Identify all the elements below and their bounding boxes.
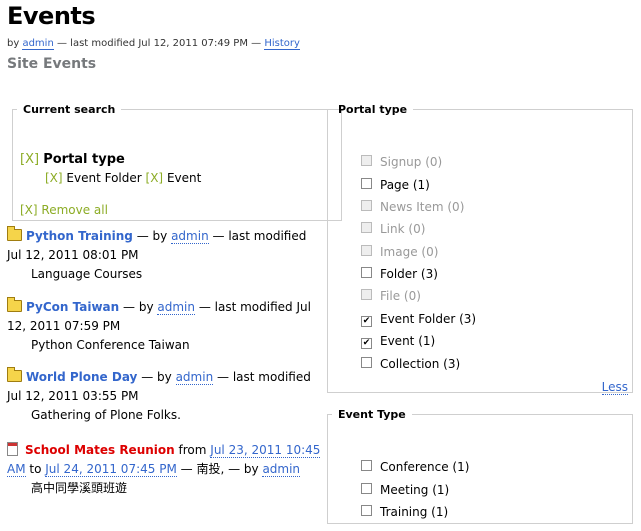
checkbox-image[interactable]: Image (0)	[361, 244, 438, 260]
history-link[interactable]: History	[264, 38, 300, 50]
remove-event-link[interactable]: [X]	[146, 171, 164, 185]
checkbox-meeting[interactable]: Meeting (1)	[361, 482, 449, 498]
author-link[interactable]: admin	[157, 300, 195, 315]
author-link[interactable]: admin	[22, 38, 54, 50]
event-end: Jul 24, 2011 07:45 PM	[45, 462, 177, 477]
page-title: Events	[7, 2, 96, 30]
list-item: World Plone Day — by admin — last modifi…	[7, 367, 321, 425]
checkbox[interactable]	[361, 200, 372, 211]
checkbox[interactable]	[361, 245, 372, 256]
author-link[interactable]: admin	[175, 370, 214, 385]
checkbox-signup[interactable]: Signup (0)	[361, 154, 442, 170]
event-type-facet: Event Type Conference (1) Meeting (1) Tr…	[327, 408, 633, 524]
byline-by: by	[7, 38, 20, 49]
checkbox-checked[interactable]: ✔	[361, 316, 372, 327]
checkbox-label: Meeting (1)	[380, 483, 450, 497]
event-title-link[interactable]: World Plone Day	[26, 370, 137, 384]
selected-value: Event	[166, 171, 202, 185]
checkbox-conference[interactable]: Conference (1)	[361, 459, 469, 475]
checkbox-label: Page (1)	[380, 178, 430, 192]
event-to: to	[29, 462, 42, 476]
criterion-label: Portal type	[43, 152, 125, 167]
checkbox-collection[interactable]: Collection (3)	[361, 356, 460, 372]
event-by: — by	[141, 370, 172, 384]
checkbox-label: News Item (0)	[380, 200, 465, 214]
checkbox[interactable]	[361, 483, 372, 494]
byline: by admin — last modified Jul 12, 2011 07…	[7, 38, 300, 50]
checkbox-label: Collection (3)	[380, 357, 461, 371]
remove-all-link[interactable]: [X] Remove all	[20, 203, 108, 217]
selected-values: [X] Event Folder [X] Event	[45, 171, 201, 185]
portal-type-criterion: [X] Portal type	[20, 152, 125, 167]
checkbox[interactable]	[361, 357, 372, 368]
event-from: from	[178, 443, 207, 457]
byline-modified: — last modified Jul 12, 2011 07:49 PM —	[56, 38, 262, 49]
portal-type-legend: Portal type	[338, 103, 408, 116]
checkbox-event[interactable]: ✔ Event (1)	[361, 333, 435, 349]
checkbox-file[interactable]: File (0)	[361, 288, 421, 304]
author-link[interactable]: admin	[171, 229, 209, 244]
checkbox[interactable]	[361, 222, 372, 233]
checkbox-page[interactable]: Page (1)	[361, 177, 430, 193]
current-search-box: Current search [X] Portal type [X] Event…	[12, 103, 342, 221]
event-by: — by	[136, 229, 168, 243]
checkbox-news-item[interactable]: News Item (0)	[361, 199, 464, 215]
checkbox-training[interactable]: Training (1)	[361, 504, 448, 520]
checkbox-label: Image (0)	[380, 245, 439, 259]
event-title-link[interactable]: School Mates Reunion	[25, 443, 175, 457]
less-link[interactable]: Less	[601, 380, 628, 395]
event-title-link[interactable]: Python Training	[26, 229, 133, 243]
author-link[interactable]: admin	[262, 462, 301, 477]
current-search-legend: Current search	[23, 103, 116, 116]
folder-icon	[7, 226, 22, 241]
checkbox-folder[interactable]: Folder (3)	[361, 266, 438, 282]
event-title-link[interactable]: PyCon Taiwan	[26, 300, 119, 314]
event-description: Gathering of Plone Folks.	[31, 408, 181, 422]
event-by: — by	[123, 300, 154, 314]
calendar-icon	[7, 442, 18, 456]
checkbox-label: Link (0)	[380, 222, 426, 236]
checkbox-checked[interactable]: ✔	[361, 338, 372, 349]
checkbox-label: File (0)	[380, 289, 421, 303]
checkbox[interactable]	[361, 155, 372, 166]
list-item: School Mates Reunion from Jul 23, 2011 1…	[7, 441, 321, 498]
event-description: Python Conference Taiwan	[31, 338, 190, 352]
list-item: Python Training — by admin — last modifi…	[7, 226, 321, 284]
checkbox-label: Event Folder (3)	[380, 312, 477, 326]
list-item: PyCon Taiwan — by admin — last modified …	[7, 297, 321, 355]
checkbox-label: Event (1)	[380, 334, 436, 348]
checkbox-event-folder[interactable]: ✔ Event Folder (3)	[361, 311, 476, 327]
checkbox[interactable]	[361, 267, 372, 278]
checkbox[interactable]	[361, 505, 372, 516]
folder-icon	[7, 297, 22, 312]
portal-type-facet: Portal type Signup (0) Page (1) News Ite…	[327, 103, 633, 395]
checkbox-label: Folder (3)	[380, 267, 438, 281]
checkbox[interactable]	[361, 289, 372, 300]
checkbox-label: Conference (1)	[380, 460, 470, 474]
page-subtitle: Site Events	[7, 56, 97, 72]
remove-event-folder-link[interactable]: [X]	[45, 171, 63, 185]
selected-value: Event Folder	[66, 171, 142, 185]
event-location: — 南投, — by	[180, 462, 259, 476]
event-description: Language Courses	[31, 267, 143, 281]
remove-portal-type-link[interactable]: [X]	[20, 152, 39, 167]
checkbox[interactable]	[361, 178, 372, 189]
checkbox-label: Training (1)	[380, 505, 449, 519]
checkbox-label: Signup (0)	[380, 155, 443, 169]
event-description: 高中同學溪頭班遊	[31, 481, 128, 495]
folder-icon	[7, 367, 22, 382]
checkbox[interactable]	[361, 460, 372, 471]
event-type-legend: Event Type	[338, 408, 406, 421]
checkbox-link[interactable]: Link (0)	[361, 221, 425, 237]
